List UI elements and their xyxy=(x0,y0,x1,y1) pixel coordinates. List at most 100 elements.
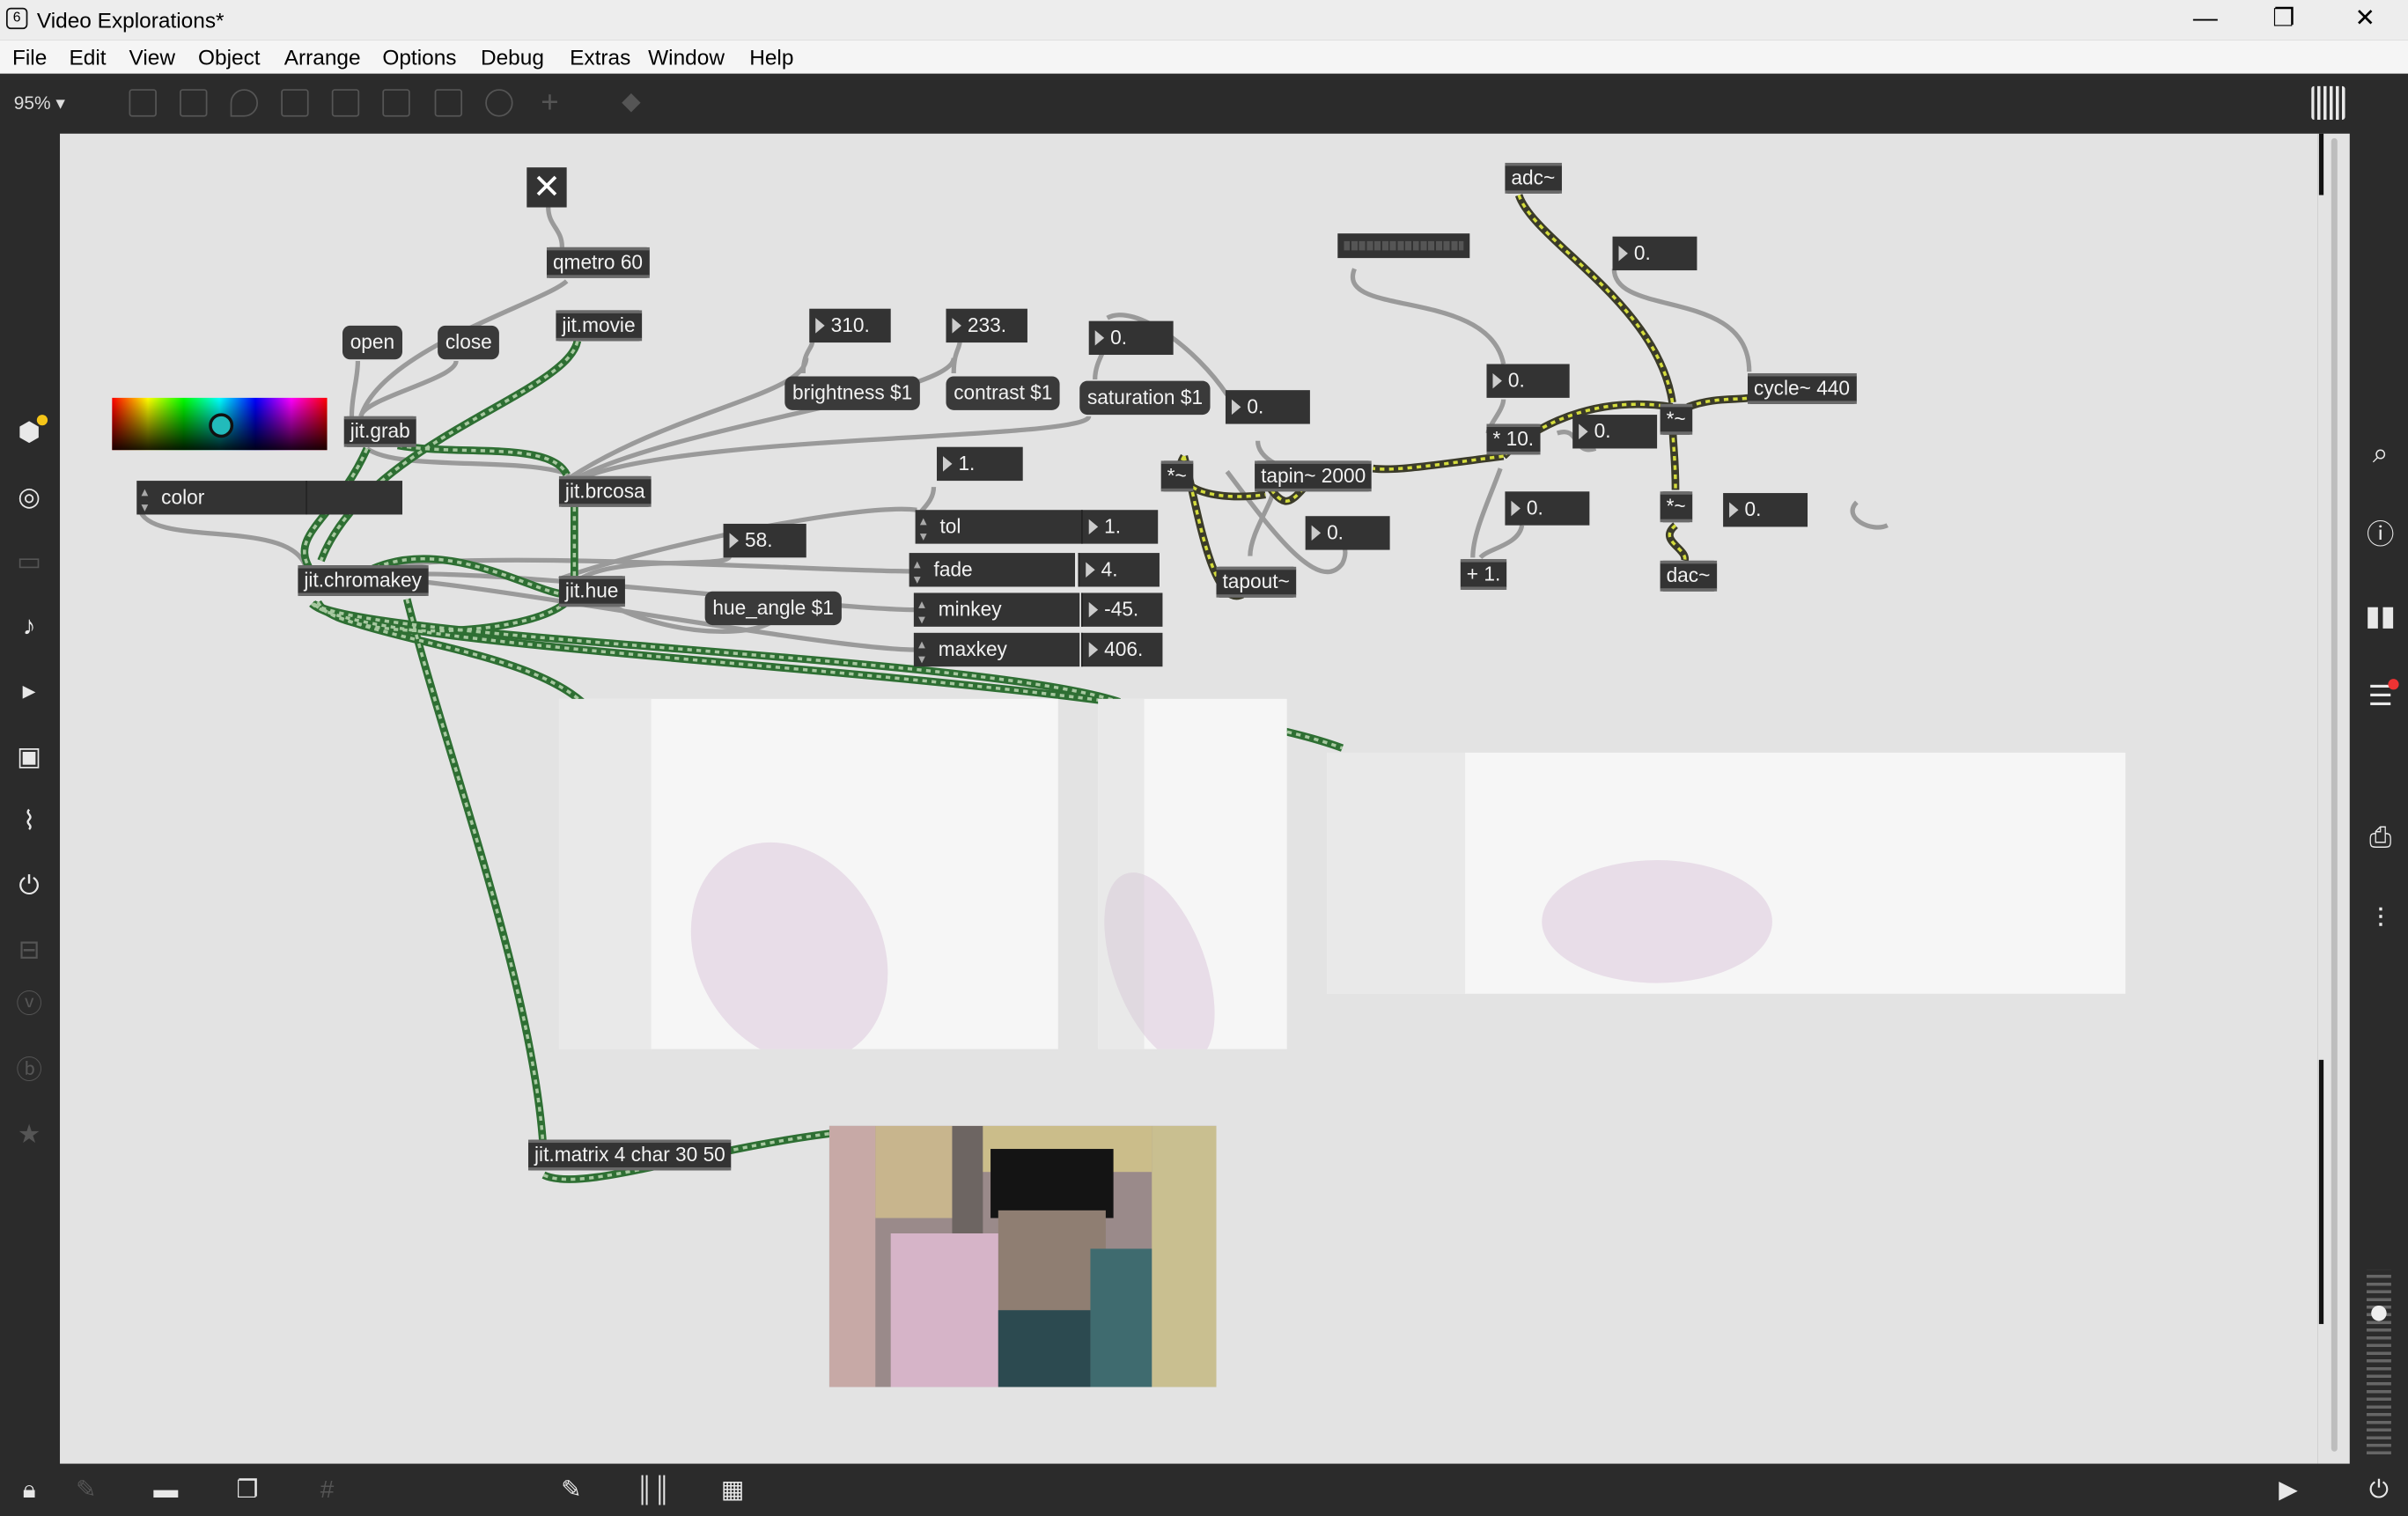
tol-value[interactable]: 1. xyxy=(1080,510,1159,544)
fade-value[interactable]: 4. xyxy=(1078,553,1160,587)
saturation-number[interactable]: 0. xyxy=(1088,320,1174,356)
wrench-icon[interactable]: ✎ xyxy=(555,1475,588,1508)
add-object-icon[interactable]: + xyxy=(536,87,563,118)
menu-arrange[interactable]: Arrange xyxy=(284,45,361,70)
grid-icon[interactable]: # xyxy=(310,1475,343,1508)
mul-signal-object-3[interactable]: *~ xyxy=(1660,491,1692,523)
patcher-canvas[interactable]: ✕ qmetro 60 jit.movie open close jit.gra… xyxy=(60,133,2318,1464)
color-attribute-value[interactable] xyxy=(306,481,403,515)
list-icon[interactable]: ☰ xyxy=(2363,679,2399,712)
circle-target-icon[interactable]: ◎ xyxy=(14,482,45,513)
close-window-button[interactable]: ✕ xyxy=(2334,3,2396,36)
maxkey-attribute[interactable]: maxkey xyxy=(913,627,1080,676)
search-icon[interactable]: ⌕ xyxy=(2363,436,2397,469)
tol-attribute[interactable]: tol xyxy=(915,504,1081,553)
mul-signal-object-2[interactable]: *~ xyxy=(1660,403,1692,435)
hue-number[interactable]: 58. xyxy=(723,523,806,558)
minimize-button[interactable]: — xyxy=(2175,3,2236,36)
camera-icon[interactable]: ⎙ xyxy=(2363,821,2397,854)
dial-object-icon[interactable] xyxy=(485,89,513,117)
vertical-scrollbar[interactable] xyxy=(2317,133,2350,1464)
menu-edit[interactable]: Edit xyxy=(69,45,106,70)
volume-knob[interactable] xyxy=(2371,1305,2387,1321)
book-icon[interactable]: ▮▮ xyxy=(2363,599,2397,632)
menu-extras[interactable]: Extras xyxy=(570,45,630,70)
mul-10-object[interactable]: * 10. xyxy=(1486,423,1541,455)
slider-object-icon[interactable] xyxy=(434,89,463,117)
new-message-icon[interactable] xyxy=(180,89,208,117)
zoom-dropdown[interactable]: 95% ▾ xyxy=(14,92,65,114)
minkey-attribute[interactable]: minkey xyxy=(913,586,1080,636)
menu-file[interactable]: File xyxy=(12,45,47,70)
star-icon[interactable]: ★ xyxy=(14,1120,45,1151)
windows-icon[interactable]: ❐ xyxy=(231,1475,264,1508)
contrast-number[interactable]: 233. xyxy=(946,308,1027,343)
film-icon[interactable]: ▭ xyxy=(14,547,45,578)
close-message[interactable]: close xyxy=(438,325,500,360)
jit-matrix-object[interactable]: jit.matrix 4 char 30 50 xyxy=(528,1139,733,1171)
number-box-e[interactable]: 0. xyxy=(1505,491,1590,526)
pill-icon[interactable]: ⊟ xyxy=(14,936,45,967)
number-object-icon[interactable] xyxy=(382,89,410,117)
mul-signal-object-1[interactable]: *~ xyxy=(1160,460,1193,492)
music-note-icon[interactable]: ♪ xyxy=(14,611,45,642)
brightness-message[interactable]: brightness $1 xyxy=(784,376,920,410)
number-box-d[interactable]: 0. xyxy=(1572,415,1658,449)
plugin-icon[interactable]: ⏻ xyxy=(14,871,45,902)
maximize-button[interactable]: ❐ xyxy=(2253,3,2315,36)
tapout-object[interactable]: tapout~ xyxy=(1216,566,1296,598)
scrollbar-thumb[interactable] xyxy=(2331,138,2338,1452)
edit-icon[interactable]: ✎ xyxy=(69,1475,102,1508)
tapin-object[interactable]: tapin~ 2000 xyxy=(1255,460,1373,492)
menu-options[interactable]: Options xyxy=(382,45,456,70)
number-box-c[interactable]: 0. xyxy=(1225,390,1310,424)
toggle-object-icon[interactable] xyxy=(331,89,360,117)
lock-icon[interactable]: 🔒︎ xyxy=(12,1475,46,1508)
plus-1-object[interactable]: + 1. xyxy=(1460,559,1507,590)
play-list-icon[interactable]: ▸ xyxy=(14,676,45,707)
adc-object[interactable]: adc~ xyxy=(1505,162,1562,194)
keyboard-icon[interactable]: ▦ xyxy=(716,1475,749,1508)
image-icon[interactable]: ▣ xyxy=(14,742,45,773)
jit-brcosa-object[interactable]: jit.brcosa xyxy=(558,475,652,507)
volume-slider[interactable] xyxy=(2366,1269,2391,1455)
power-icon[interactable]: ⏻ xyxy=(2362,1475,2396,1508)
color-picker-knob[interactable] xyxy=(209,413,234,438)
grid-view-icon[interactable] xyxy=(2311,85,2345,121)
maxkey-value[interactable]: 406. xyxy=(1080,632,1163,667)
jit-chromakey-object[interactable]: jit.chromakey xyxy=(298,565,428,596)
sliders-icon[interactable]: ⫶ xyxy=(2363,902,2397,935)
number-box-a[interactable]: 0. xyxy=(1612,236,1697,271)
fade-attribute[interactable]: fade xyxy=(909,547,1076,596)
qmetro-object[interactable]: qmetro 60 xyxy=(546,247,650,278)
color-attribute[interactable]: color xyxy=(136,475,306,524)
open-message[interactable]: open xyxy=(342,325,402,360)
paperclip-icon[interactable]: ⌇ xyxy=(14,806,45,837)
menu-help[interactable]: Help xyxy=(749,45,793,70)
info-icon[interactable]: ⓘ xyxy=(2363,518,2397,551)
jit-movie-object[interactable]: jit.movie xyxy=(556,310,642,342)
button-object-icon[interactable] xyxy=(281,89,309,117)
brightness-number[interactable]: 310. xyxy=(809,308,891,343)
comment-icon[interactable] xyxy=(230,89,259,117)
presentation-icon[interactable]: ▬ xyxy=(149,1475,182,1508)
b-badge-icon[interactable]: ⓑ xyxy=(14,1056,45,1086)
tol-input-number[interactable]: 1. xyxy=(937,446,1023,482)
menu-object[interactable]: Object xyxy=(198,45,261,70)
jit-grab-object[interactable]: jit.grab xyxy=(343,416,416,447)
cycle-object[interactable]: cycle~ 440 xyxy=(1748,372,1857,404)
number-box-f[interactable]: 0. xyxy=(1305,516,1390,550)
package-icon[interactable]: ⬢ xyxy=(14,415,48,449)
menu-view[interactable]: View xyxy=(129,45,175,70)
menu-window[interactable]: Window xyxy=(648,45,725,70)
color-picker-swatch[interactable] xyxy=(112,397,328,451)
dac-object[interactable]: dac~ xyxy=(1660,560,1717,592)
piano-icon[interactable]: ║║ xyxy=(636,1475,671,1508)
jit-hue-object[interactable]: jit.hue xyxy=(558,576,625,607)
minkey-value[interactable]: -45. xyxy=(1080,592,1163,627)
saturation-message[interactable]: saturation $1 xyxy=(1079,380,1211,416)
number-box-b[interactable]: 0. xyxy=(1486,364,1570,398)
hue-angle-message[interactable]: hue_angle $1 xyxy=(704,591,842,626)
paint-bucket-icon[interactable]: ◆ xyxy=(617,89,644,116)
toggle-toggle[interactable]: ✕ xyxy=(527,167,567,208)
